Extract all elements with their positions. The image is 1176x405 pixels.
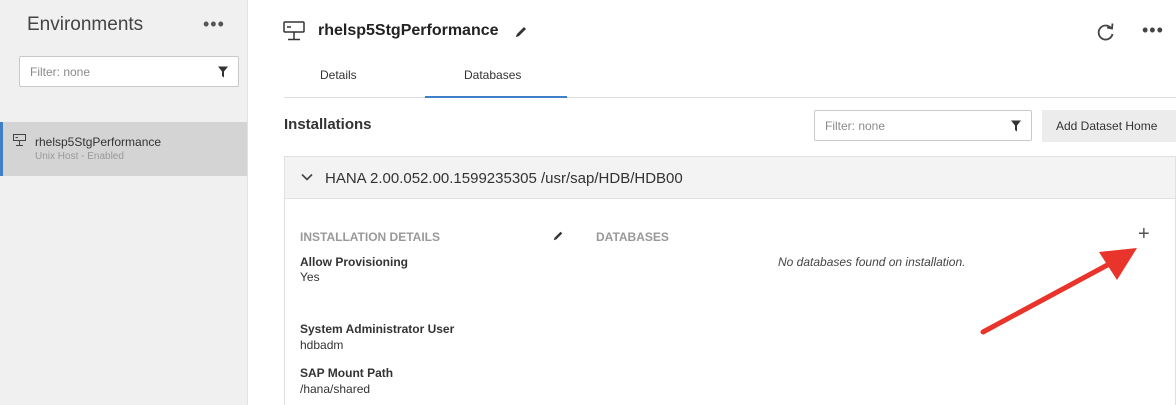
installations-filter-input[interactable] — [815, 111, 1031, 140]
empty-databases-message: No databases found on installation. — [778, 255, 966, 269]
host-icon — [283, 21, 305, 41]
sidebar-filter-input[interactable] — [20, 57, 238, 86]
header-more-button[interactable]: ••• — [1142, 20, 1164, 41]
installations-filter[interactable] — [814, 110, 1032, 141]
active-tab-indicator — [425, 96, 567, 98]
tab-databases[interactable]: Databases — [464, 68, 521, 82]
chevron-down-icon[interactable] — [301, 171, 313, 183]
tab-details[interactable]: Details — [320, 68, 357, 82]
environment-status: Unix Host - Enabled — [35, 151, 124, 162]
filter-icon[interactable] — [1011, 120, 1021, 131]
field-value: hdbadm — [300, 338, 344, 352]
edit-pencil-icon[interactable] — [552, 230, 564, 242]
environments-sidebar: Environments ••• rhelsp5StgPerformance U… — [0, 0, 248, 405]
sidebar-item-environment[interactable]: rhelsp5StgPerformance Unix Host - Enable… — [0, 122, 247, 176]
field-label: Allow Provisioning — [300, 255, 409, 269]
field-value: Yes — [300, 270, 320, 284]
annotation-arrow-icon — [980, 248, 1137, 335]
databases-label: DATABASES — [596, 230, 669, 244]
refresh-icon[interactable] — [1096, 22, 1116, 42]
installation-header[interactable]: HANA 2.00.052.00.1599235305 /usr/sap/HDB… — [284, 156, 1176, 199]
field-label: System Administrator User — [300, 322, 455, 336]
section-title: Installations — [284, 116, 372, 133]
filter-icon[interactable] — [218, 66, 228, 77]
tab-bar: Details Databases — [284, 60, 1176, 98]
installation-title: HANA 2.00.052.00.1599235305 /usr/sap/HDB… — [325, 170, 683, 187]
add-dataset-home-button[interactable]: Add Dataset Home — [1042, 110, 1176, 142]
installation-details-label: INSTALLATION DETAILS — [300, 230, 440, 244]
environment-name: rhelsp5StgPerformance — [35, 135, 162, 149]
host-icon — [13, 134, 26, 146]
page-title: rhelsp5StgPerformance — [318, 22, 499, 39]
sidebar-title: Environments — [27, 14, 144, 35]
field-value: /hana/shared — [300, 382, 371, 396]
edit-pencil-icon[interactable] — [514, 25, 528, 39]
field-label: SAP Mount Path — [300, 366, 394, 380]
sidebar-filter[interactable] — [19, 56, 239, 87]
sidebar-more-button[interactable]: ••• — [203, 14, 225, 35]
